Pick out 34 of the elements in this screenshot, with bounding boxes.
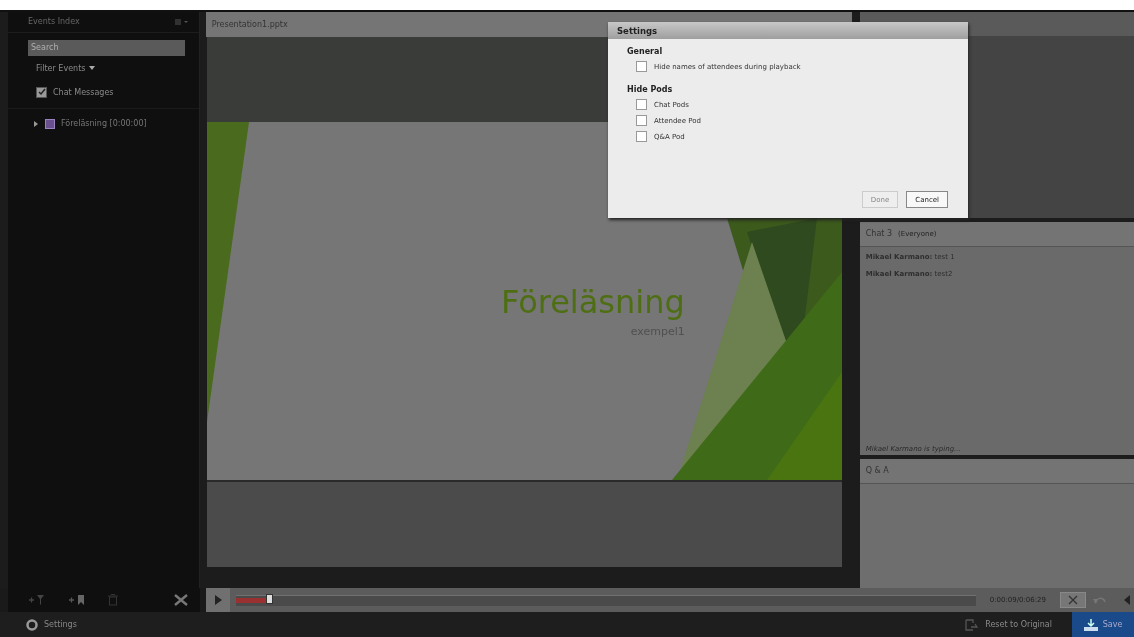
- pod-title: Presentation1.pptx: [211, 19, 288, 29]
- section-heading: General: [627, 47, 664, 56]
- settings-icon: [26, 618, 38, 631]
- checkbox[interactable]: [636, 115, 647, 126]
- filter-label: Chat Messages: [53, 87, 114, 97]
- trash-icon[interactable]: [108, 594, 118, 606]
- search-field[interactable]: Search: [28, 39, 185, 56]
- playhead[interactable]: [266, 593, 274, 604]
- undo-icon[interactable]: [1092, 595, 1106, 605]
- checkbox[interactable]: [636, 61, 647, 72]
- checkbox[interactable]: [636, 131, 647, 142]
- checkbox[interactable]: [36, 86, 47, 98]
- menu-icon[interactable]: [174, 18, 189, 25]
- play-button[interactable]: [206, 588, 230, 612]
- checkbox[interactable]: [636, 99, 647, 110]
- add-filter-icon[interactable]: [28, 594, 46, 606]
- expand-icon[interactable]: [34, 120, 39, 127]
- save-button[interactable]: Save: [1072, 612, 1134, 637]
- timeline-track[interactable]: [236, 594, 976, 606]
- filter-dropdown[interactable]: Filter Events: [36, 63, 86, 73]
- tree-item[interactable]: Föreläsning [0:00:00]: [61, 119, 147, 129]
- download-icon: [1083, 618, 1098, 631]
- slide-icon: [45, 118, 55, 129]
- section-heading: Hide Pods: [627, 85, 674, 94]
- play-icon: [214, 595, 222, 605]
- close-button[interactable]: [1060, 592, 1086, 608]
- settings-button[interactable]: Settings: [26, 618, 77, 631]
- caret-icon[interactable]: [89, 66, 96, 71]
- add-bookmark-icon[interactable]: [68, 594, 86, 606]
- panel-title: Events Index: [28, 17, 80, 27]
- close-icon: [1068, 595, 1078, 605]
- slide-title: Föreläsning: [500, 283, 685, 322]
- reset-button[interactable]: Reset to Original: [959, 617, 1058, 632]
- dialog-title: Settings: [608, 22, 968, 39]
